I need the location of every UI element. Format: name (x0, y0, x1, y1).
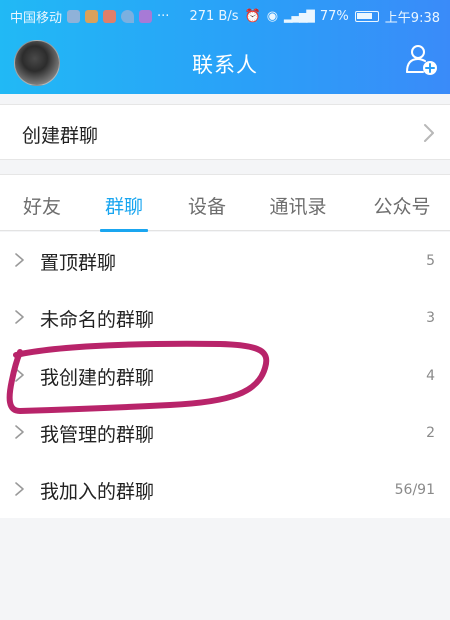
app-notification-icon (67, 10, 81, 23)
status-right: 271 B/s ⏰ ◉ ▂▄▆█ 77% 上午9:38 (189, 7, 440, 26)
alarm-icon: ⏰ (244, 9, 261, 24)
chevron-right-icon (15, 253, 24, 267)
group-name: 我管理的群聊 (40, 424, 155, 446)
tab-devices[interactable]: 设备 (185, 192, 229, 219)
tab-groups[interactable]: 群聊 (102, 192, 146, 219)
tab-official-accounts[interactable]: 公众号 (370, 192, 434, 219)
page-title: 联系人 (192, 53, 258, 77)
group-name: 置顶群聊 (40, 252, 117, 274)
group-name: 我加入的群聊 (40, 481, 155, 503)
list-item[interactable]: 我创建的群聊 4 (0, 347, 450, 404)
group-count: 56/91 (394, 482, 435, 498)
group-count: 3 (426, 310, 435, 326)
carrier-label: 中国移动 (10, 11, 63, 26)
status-left: 中国移动 ··· (10, 7, 169, 26)
battery-icon (354, 11, 379, 22)
list-item[interactable]: 置顶群聊 5 (0, 232, 450, 289)
location-icon (121, 10, 135, 23)
list-item[interactable]: 我加入的群聊 56/91 (0, 461, 450, 518)
app-notification-icon (103, 10, 117, 23)
app-notification-icon (139, 10, 153, 23)
more-notifications-icon: ··· (157, 9, 170, 24)
signal-icon: ▂▄▆█ (284, 10, 315, 23)
create-group-label: 创建群聊 (22, 125, 99, 147)
top-bar: 中国移动 ··· 271 B/s ⏰ ◉ ▂▄▆█ 77% 上午9:38 联系人 (0, 0, 450, 94)
tab-friends[interactable]: 好友 (20, 192, 64, 219)
tab-address-book[interactable]: 通讯录 (266, 192, 330, 219)
group-count: 2 (426, 425, 435, 441)
status-bar: 中国移动 ··· 271 B/s ⏰ ◉ ▂▄▆█ 77% 上午9:38 (0, 0, 450, 30)
group-name: 未命名的群聊 (40, 309, 155, 331)
battery-percent: 77% (319, 9, 349, 24)
eye-icon: ◉ (266, 9, 279, 24)
chevron-right-icon (15, 482, 24, 496)
create-group-row[interactable]: 创建群聊 (0, 104, 450, 160)
list-item[interactable]: 未命名的群聊 3 (0, 289, 450, 346)
chevron-right-icon (424, 124, 434, 142)
contact-tabs: 好友 群聊 设备 通讯录 公众号 (0, 174, 450, 232)
group-count: 4 (426, 368, 435, 384)
list-item[interactable]: 我管理的群聊 2 (0, 404, 450, 461)
app-notification-icon (85, 10, 99, 23)
chevron-right-icon (15, 310, 24, 324)
group-name: 我创建的群聊 (40, 367, 155, 389)
add-contact-icon[interactable] (404, 42, 438, 76)
clock-time: 上午9:38 (384, 11, 440, 26)
network-speed: 271 B/s (189, 9, 239, 24)
chevron-right-icon (15, 425, 24, 439)
group-count: 5 (426, 253, 435, 269)
group-list: 置顶群聊 5 未命名的群聊 3 我创建的群聊 4 我管理的群聊 2 我加入的群聊… (0, 232, 450, 518)
chevron-right-icon (15, 368, 24, 382)
